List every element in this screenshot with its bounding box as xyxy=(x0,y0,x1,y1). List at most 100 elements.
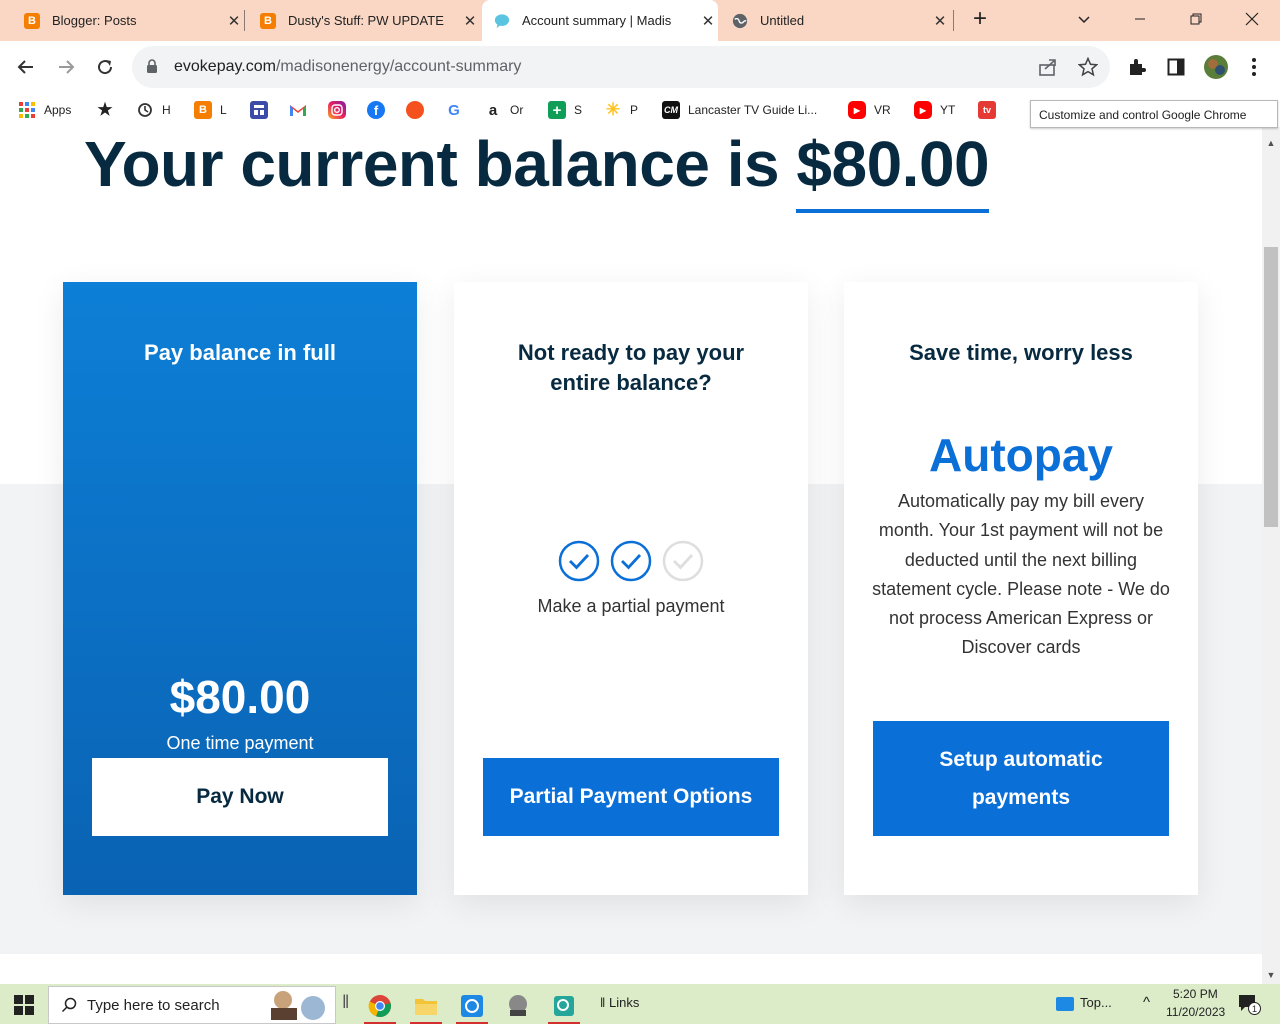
taskbar-app-4[interactable] xyxy=(498,988,538,1024)
balance-headline: Your current balance is $80.00 xyxy=(84,127,990,213)
tab-title: Blogger: Posts xyxy=(52,13,137,28)
bookmark-label: S xyxy=(574,103,583,117)
bookmark-label: L xyxy=(220,103,227,117)
chevron-up-icon[interactable]: ^ xyxy=(1143,994,1150,1011)
taskbar-app-3[interactable] xyxy=(452,988,492,1024)
check-circle-inactive-icon xyxy=(662,540,704,582)
lock-icon[interactable] xyxy=(146,59,158,79)
bookmark-facebook[interactable]: f xyxy=(367,100,393,120)
close-icon[interactable]: ✕ xyxy=(224,12,244,30)
clock-time[interactable]: 5:20 PM xyxy=(1173,987,1218,1001)
tab-search-button[interactable] xyxy=(1056,0,1112,38)
blogger-icon: B xyxy=(260,12,276,29)
taskbar-search-box[interactable]: Type here to search xyxy=(48,986,336,1024)
url-path: /madisonenergy/account-summary xyxy=(275,58,522,75)
reload-button[interactable] xyxy=(91,53,119,81)
bookmark-instagram[interactable] xyxy=(328,100,354,120)
bookmark-tv[interactable]: tv xyxy=(978,100,1004,120)
tab-blogger-posts[interactable]: B Blogger: Posts ✕ xyxy=(14,0,244,41)
tab-account-summary[interactable]: Account summary | Madis ✕ xyxy=(482,0,718,41)
profile-avatar[interactable] xyxy=(1202,53,1230,81)
tab-untitled[interactable]: Untitled ✕ xyxy=(720,0,950,41)
chrome-menu-button[interactable] xyxy=(1242,55,1266,79)
star-icon: ★ xyxy=(97,100,113,119)
restore-button[interactable] xyxy=(1168,0,1224,38)
scroll-up-icon[interactable]: ▲ xyxy=(1265,137,1277,149)
bookmark-apps[interactable]: Apps xyxy=(18,100,71,120)
taskbar-divider: ‖ xyxy=(342,992,350,1012)
card-title: Not ready to pay your entire balance? xyxy=(517,340,745,395)
bookmark-walmart[interactable]: ✳ P xyxy=(604,100,638,120)
bookmark-star[interactable]: ★ xyxy=(96,100,122,120)
pay-now-button[interactable]: Pay Now xyxy=(92,758,388,836)
windows-taskbar: Type here to search ‖ ‖ Links Top... ^ 5… xyxy=(0,984,1280,1024)
bookmark-history[interactable]: H xyxy=(136,100,171,120)
restore-icon xyxy=(1190,13,1202,25)
close-icon[interactable]: ✕ xyxy=(930,12,950,30)
notification-center[interactable]: 1 xyxy=(1238,994,1261,1015)
payment-caption: One time payment xyxy=(166,733,314,753)
bookmark-calendar[interactable] xyxy=(250,100,276,120)
bookmark-label: VR xyxy=(874,103,891,117)
start-button[interactable] xyxy=(14,995,34,1015)
tab-strip: B Blogger: Posts ✕ B Dusty's Stuff: PW U… xyxy=(0,0,1280,41)
close-window-button[interactable] xyxy=(1224,0,1280,38)
chevron-down-icon xyxy=(1078,16,1090,24)
forward-button[interactable] xyxy=(52,53,80,81)
address-bar[interactable]: evokepay.com/madisonenergy/account-summa… xyxy=(132,46,1110,88)
bookmark-vr[interactable]: ▶ VR xyxy=(848,100,891,120)
setup-autopay-button[interactable]: Setup automatic payments xyxy=(873,721,1169,836)
tab-separator xyxy=(244,10,245,31)
clock-date[interactable]: 11/20/2023 xyxy=(1166,1005,1225,1019)
card-title: Pay balance in full xyxy=(144,340,336,365)
side-panel-icon[interactable] xyxy=(1164,55,1188,79)
share-icon[interactable] xyxy=(1038,57,1058,82)
bookmark-lancaster-tv[interactable]: CM Lancaster TV Guide Li... xyxy=(662,100,817,120)
minimize-button[interactable] xyxy=(1112,0,1168,38)
back-button[interactable] xyxy=(12,53,40,81)
taskbar-chrome[interactable] xyxy=(360,988,400,1024)
check-circle-icon xyxy=(610,540,652,582)
google-icon: G xyxy=(448,101,460,119)
bookmark-google[interactable]: G xyxy=(445,100,471,120)
scrollbar-thumb[interactable] xyxy=(1264,247,1278,527)
search-placeholder: Type here to search xyxy=(87,996,220,1014)
url-text[interactable]: evokepay.com/madisonenergy/account-summa… xyxy=(174,58,521,76)
facebook-icon: f xyxy=(367,101,385,119)
card-title: Save time, worry less xyxy=(909,340,1133,365)
arrow-left-icon xyxy=(17,60,33,74)
drive-icon xyxy=(509,995,527,1016)
youtube-icon: ▶ xyxy=(914,101,932,119)
star-icon[interactable] xyxy=(1077,56,1099,82)
close-icon[interactable]: ✕ xyxy=(698,12,718,30)
news-icon xyxy=(1056,996,1074,1011)
bookmark-gmail[interactable] xyxy=(289,100,315,120)
minimize-icon xyxy=(1135,18,1145,20)
calendar-icon xyxy=(250,101,268,119)
scroll-down-icon[interactable]: ▼ xyxy=(1265,969,1277,981)
extensions-icon[interactable] xyxy=(1125,55,1149,79)
bookmark-yt[interactable]: ▶ YT xyxy=(914,100,955,120)
taskbar-file-explorer[interactable] xyxy=(406,988,446,1024)
taskbar-news-widget[interactable]: Top... xyxy=(1056,995,1112,1011)
notification-count: 1 xyxy=(1248,1002,1261,1015)
vertical-scrollbar[interactable]: ▲ ▼ xyxy=(1262,127,1280,984)
autopay-description: Automatically pay my bill every month. Y… xyxy=(872,491,1170,658)
close-icon[interactable]: ✕ xyxy=(460,12,480,30)
partial-payment-options-button[interactable]: Partial Payment Options xyxy=(483,758,779,836)
new-tab-button[interactable]: + xyxy=(952,0,1008,38)
taskbar-links-toolbar[interactable]: ‖ Links xyxy=(600,995,639,1010)
bookmark-sheets[interactable]: + S xyxy=(548,100,582,120)
search-highlight-image xyxy=(263,986,329,1024)
tab-dustys-stuff[interactable]: B Dusty's Stuff: PW UPDATE ✕ xyxy=(250,0,480,41)
tab-title: Untitled xyxy=(760,13,805,28)
bookmark-sun[interactable] xyxy=(406,100,432,120)
bookmark-amazon[interactable]: a Or xyxy=(484,100,524,120)
news-label: Top... xyxy=(1080,995,1112,1010)
bookmark-label: Or xyxy=(510,103,524,117)
autopay-card: Save time, worry less Autopay Automatica… xyxy=(844,282,1198,895)
instagram-icon xyxy=(328,101,346,119)
bookmark-blogger[interactable]: B L xyxy=(194,100,227,120)
taskbar-app-5[interactable] xyxy=(544,988,584,1024)
reload-icon xyxy=(98,60,113,75)
